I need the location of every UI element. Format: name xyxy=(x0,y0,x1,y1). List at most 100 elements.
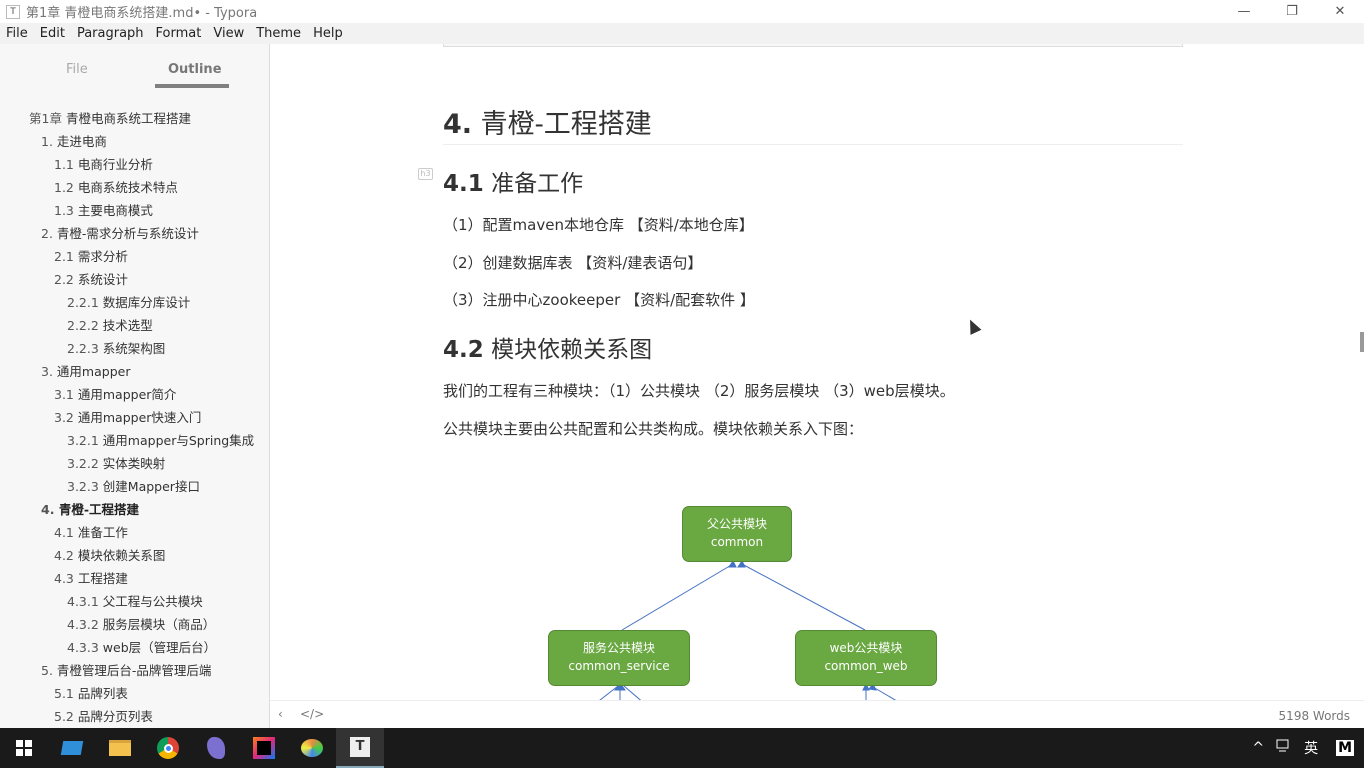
outline-item-label: 青橙-工程搭建 xyxy=(58,502,140,517)
network-icon[interactable] xyxy=(1276,739,1292,757)
outline-item-number: 4.1 xyxy=(54,525,74,540)
outline-item-number: 4.3.1 xyxy=(67,594,99,609)
outline-item[interactable]: 5.1 品牌列表 xyxy=(0,685,269,708)
restore-button[interactable]: ❐ xyxy=(1268,0,1316,23)
outline-item[interactable]: 4.3 工程搭建 xyxy=(0,570,269,593)
outline-item[interactable]: 1.2 电商系统技术特点 xyxy=(0,179,269,202)
menu-bar: File Edit Paragraph Format View Theme He… xyxy=(0,23,1364,44)
outline-item[interactable]: 2.2.2 技术选型 xyxy=(0,317,269,340)
node-title: 父公共模块 xyxy=(706,517,767,531)
tab-file[interactable]: File xyxy=(66,62,88,77)
outline-item-label: 通用mapper与Spring集成 xyxy=(102,433,255,448)
outline-item-number: 2.2.2 xyxy=(67,318,99,333)
outline-item[interactable]: 1. 走进电商 xyxy=(0,133,269,156)
outline-item-number: 2.2.1 xyxy=(67,295,99,310)
active-tab-indicator xyxy=(155,84,229,88)
outline-item-label: 创建Mapper接口 xyxy=(102,479,200,494)
outline-item-label: 模块依赖关系图 xyxy=(77,548,166,563)
windows-start-icon[interactable] xyxy=(0,728,48,768)
show-hidden-icons-chevron[interactable]: ^ xyxy=(1252,740,1264,756)
outline-item[interactable]: 第1章 青橙电商系统工程搭建 xyxy=(0,110,269,133)
outline-item[interactable]: 1.3 主要电商模式 xyxy=(0,202,269,225)
menu-file[interactable]: File xyxy=(0,26,34,41)
heading-number: 4. xyxy=(443,109,473,140)
outline-item[interactable]: 1.1 电商行业分析 xyxy=(0,156,269,179)
menu-format[interactable]: Format xyxy=(150,26,208,41)
tab-outline[interactable]: Outline xyxy=(168,62,222,77)
heading-number: 4.1 xyxy=(443,171,484,197)
dolphin-app-icon[interactable] xyxy=(192,728,240,768)
outline-item-label: 电商系统技术特点 xyxy=(77,180,178,195)
heading-4-2[interactable]: 4.2 模块依赖关系图 xyxy=(443,330,652,364)
heading-underline xyxy=(443,144,1183,145)
outline-item[interactable]: 2.1 需求分析 xyxy=(0,248,269,271)
paint-app-icon[interactable] xyxy=(288,728,336,768)
desktop-app-icon[interactable] xyxy=(48,728,96,768)
outline-item-label: 准备工作 xyxy=(77,525,128,540)
close-button[interactable]: ✕ xyxy=(1316,0,1364,23)
outline-item-label: 父工程与公共模块 xyxy=(102,594,203,609)
heading-4-1[interactable]: 4.1 准备工作 xyxy=(443,164,583,198)
outline-item-number: 1.2 xyxy=(54,180,74,195)
typora-taskbar-icon[interactable]: T xyxy=(336,728,384,768)
edge-service-to-common xyxy=(621,563,734,631)
outline-item[interactable]: 4.3.1 父工程与公共模块 xyxy=(0,593,269,616)
outline-item[interactable]: 3. 通用mapper xyxy=(0,363,269,386)
outline-item-label: 技术选型 xyxy=(102,318,153,333)
word-count[interactable]: 5198 Words xyxy=(1279,709,1350,723)
outline-item[interactable]: 4.1 准备工作 xyxy=(0,524,269,547)
chrome-icon[interactable] xyxy=(144,728,192,768)
file-explorer-icon[interactable] xyxy=(96,728,144,768)
node-subtitle: common_web xyxy=(824,659,908,673)
outline-item[interactable]: 2.2.3 系统架构图 xyxy=(0,340,269,363)
editor[interactable]: 4. 青橙-工程搭建 h3 4.1 准备工作 （1）配置maven本地仓库 【资… xyxy=(270,44,1364,700)
heading-text: 青橙-工程搭建 xyxy=(480,109,652,140)
paragraph[interactable]: （1）配置maven本地仓库 【资料/本地仓库】 xyxy=(443,214,754,235)
menu-paragraph[interactable]: Paragraph xyxy=(71,26,150,41)
outline-item-number: 4.3 xyxy=(54,571,74,586)
menu-help[interactable]: Help xyxy=(307,26,349,41)
intellij-idea-icon[interactable] xyxy=(240,728,288,768)
outline-item-number: 4.2 xyxy=(54,548,74,563)
minimize-button[interactable]: — xyxy=(1220,0,1268,23)
outline-item[interactable]: 2.2 系统设计 xyxy=(0,271,269,294)
source-code-mode-button[interactable]: </> xyxy=(300,707,324,721)
outline-list: 第1章 青橙电商系统工程搭建 1. 走进电商 1.1 电商行业分析 1.2 电商系统技… xyxy=(0,110,269,728)
menu-theme[interactable]: Theme xyxy=(250,26,307,41)
paragraph[interactable]: （3）注册中心zookeeper 【资料/配套软件 】 xyxy=(443,289,755,310)
scrollbar[interactable] xyxy=(1360,332,1364,352)
notification-app-icon[interactable]: M xyxy=(1336,740,1354,756)
node-subtitle: common_service xyxy=(568,659,670,673)
outline-item-number: 1.1 xyxy=(54,157,74,172)
node-common-web: web公共模块 common_web xyxy=(795,630,937,686)
toggle-sidebar-button[interactable]: ‹ xyxy=(278,707,283,721)
outline-item[interactable]: 4.2 模块依赖关系图 xyxy=(0,547,269,570)
outline-item-number: 1. xyxy=(41,134,53,149)
heading-4[interactable]: 4. 青橙-工程搭建 xyxy=(443,102,652,141)
outline-item[interactable]: 3.2.1 通用mapper与Spring集成 xyxy=(0,432,269,455)
outline-item[interactable]: 4.3.3 web层（管理后台） xyxy=(0,639,269,662)
outline-item-label: 青橙-需求分析与系统设计 xyxy=(56,226,199,241)
outline-item[interactable]: 4.3.2 服务层模块（商品） xyxy=(0,616,269,639)
outline-item-number: 4. xyxy=(41,502,55,517)
outline-item-label: 系统设计 xyxy=(77,272,128,287)
outline-item-number: 5.2 xyxy=(54,709,74,724)
outline-item[interactable]: 5.2 品牌分页列表 xyxy=(0,708,269,728)
outline-item[interactable]: 3.2 通用mapper快速入门 xyxy=(0,409,269,432)
paragraph[interactable]: （2）创建数据库表 【资料/建表语句】 xyxy=(443,252,702,273)
outline-item[interactable]: 2. 青橙-需求分析与系统设计 xyxy=(0,225,269,248)
outline-item[interactable]: 4. 青橙-工程搭建 xyxy=(0,501,269,524)
node-common: 父公共模块 common xyxy=(682,506,792,562)
outline-item[interactable]: 5. 青橙管理后台-品牌管理后端 xyxy=(0,662,269,685)
input-method-indicator[interactable]: 英 xyxy=(1304,738,1318,758)
heading-number: 4.2 xyxy=(443,337,484,363)
outline-item[interactable]: 2.2.1 数据库分库设计 xyxy=(0,294,269,317)
menu-edit[interactable]: Edit xyxy=(34,26,71,41)
outline-item-number: 3. xyxy=(41,364,53,379)
code-block-edge xyxy=(443,44,1183,47)
outline-item[interactable]: 3.2.3 创建Mapper接口 xyxy=(0,478,269,501)
menu-view[interactable]: View xyxy=(207,26,250,41)
outline-item[interactable]: 3.1 通用mapper简介 xyxy=(0,386,269,409)
outline-item[interactable]: 3.2.2 实体类映射 xyxy=(0,455,269,478)
outline-item-number: 2.1 xyxy=(54,249,74,264)
